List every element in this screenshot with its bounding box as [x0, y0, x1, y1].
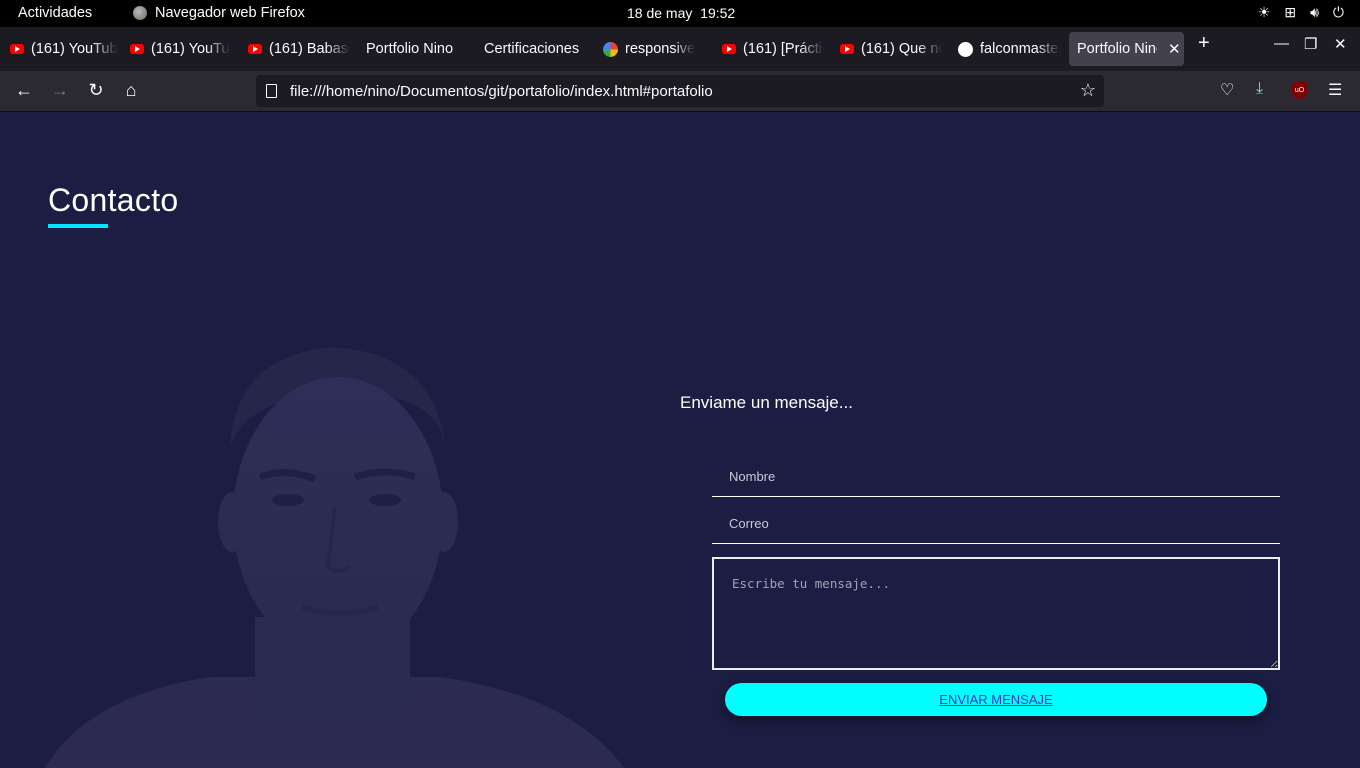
tab[interactable]: (161) YouTube: [120, 32, 230, 66]
brightness-icon[interactable]: ☀: [1258, 4, 1271, 21]
tab[interactable]: responsive: [593, 32, 705, 66]
system-top-bar: Actividades Navegador web Firefox 18 de …: [0, 0, 1360, 27]
forward-arrow-icon[interactable]: →: [49, 80, 71, 100]
tab-label: Portfolio Nino: [1077, 41, 1157, 57]
tab-label: (161) YouTube: [31, 41, 118, 57]
page-content: Contacto Enviame un mensaje... Nombre Co…: [0, 112, 1360, 768]
back-arrow-icon[interactable]: ←: [13, 80, 35, 100]
email-input[interactable]: [712, 504, 1280, 544]
tab-label: Certificaciones: [484, 41, 580, 57]
tab[interactable]: falconmaster: [948, 32, 1060, 66]
page-icon: [266, 84, 277, 98]
form-heading: Enviame un mensaje...: [680, 393, 853, 412]
clock[interactable]: 18 de may 19:52: [627, 5, 735, 21]
youtube-icon: [248, 44, 262, 54]
power-icon[interactable]: ⏻: [1333, 4, 1344, 21]
volume-icon[interactable]: 🔊︎: [1310, 4, 1319, 21]
youtube-icon: [130, 44, 144, 54]
portrait-image: [44, 347, 624, 768]
tab-label: (161) YouTube: [151, 41, 230, 57]
download-icon[interactable]: ⤓: [1256, 80, 1263, 98]
navigation-bar: ← → ↻ ⌂ file:///home/nino/Documentos/git…: [0, 71, 1360, 112]
url-text[interactable]: file:///home/nino/Documentos/git/portafo…: [290, 83, 713, 100]
time: 19:52: [700, 5, 736, 21]
close-window-icon[interactable]: ✕: [1334, 35, 1347, 53]
tab-label: (161) Babasónicos: [269, 41, 350, 57]
tab[interactable]: (161) Babasónicos: [238, 32, 350, 66]
tab-label: (161) Que no: [861, 41, 942, 57]
bookmark-star-icon[interactable]: ☆: [1080, 80, 1096, 101]
date: 18 de may: [627, 5, 693, 21]
tab-label: responsive: [625, 41, 696, 57]
tab[interactable]: (161) [Práctica: [712, 32, 824, 66]
message-textarea[interactable]: [712, 557, 1280, 670]
system-tray[interactable]: ☀ ⊞ 🔊︎ ⏻: [1258, 4, 1344, 21]
tab[interactable]: Portfolio Nino: [356, 32, 470, 66]
ublock-icon[interactable]: uO: [1292, 82, 1307, 99]
pocket-icon[interactable]: ♡: [1220, 80, 1234, 100]
app-name: Navegador web Firefox: [155, 5, 305, 21]
name-input[interactable]: [712, 457, 1280, 497]
restore-icon[interactable]: ❐: [1304, 35, 1317, 53]
activities-button[interactable]: Actividades: [18, 5, 92, 21]
youtube-icon: [10, 44, 24, 54]
google-icon: [603, 41, 618, 57]
close-tab-icon[interactable]: ✕: [1168, 40, 1181, 58]
url-bar[interactable]: file:///home/nino/Documentos/git/portafo…: [256, 75, 1104, 107]
tab-active[interactable]: Portfolio Nino ✕: [1069, 32, 1184, 66]
new-tab-icon[interactable]: +: [1198, 32, 1210, 55]
youtube-icon: [840, 44, 854, 54]
tab-label: falconmaster: [980, 41, 1060, 57]
tab-label: Portfolio Nino: [366, 41, 454, 57]
section-title: Contacto: [48, 182, 179, 218]
tab-label: (161) [Práctica: [743, 41, 824, 57]
minimize-icon[interactable]: —: [1274, 35, 1289, 52]
github-icon: [958, 41, 973, 57]
menu-icon[interactable]: ☰: [1328, 80, 1342, 100]
home-icon[interactable]: ⌂: [120, 80, 142, 100]
tab[interactable]: Certificaciones: [474, 32, 592, 66]
network-icon[interactable]: ⊞: [1284, 4, 1296, 21]
tab[interactable]: (161) Que no: [830, 32, 942, 66]
send-message-button[interactable]: ENVIAR MENSAJE: [725, 683, 1267, 716]
title-underline: [48, 224, 108, 228]
firefox-icon: [133, 6, 147, 20]
app-menu[interactable]: Navegador web Firefox: [133, 5, 305, 21]
tab[interactable]: (161) YouTube: [0, 32, 118, 66]
reload-icon[interactable]: ↻: [85, 80, 107, 100]
youtube-icon: [722, 44, 736, 54]
tab-strip: (161) YouTube (161) YouTube (161) Babasó…: [0, 27, 1360, 71]
